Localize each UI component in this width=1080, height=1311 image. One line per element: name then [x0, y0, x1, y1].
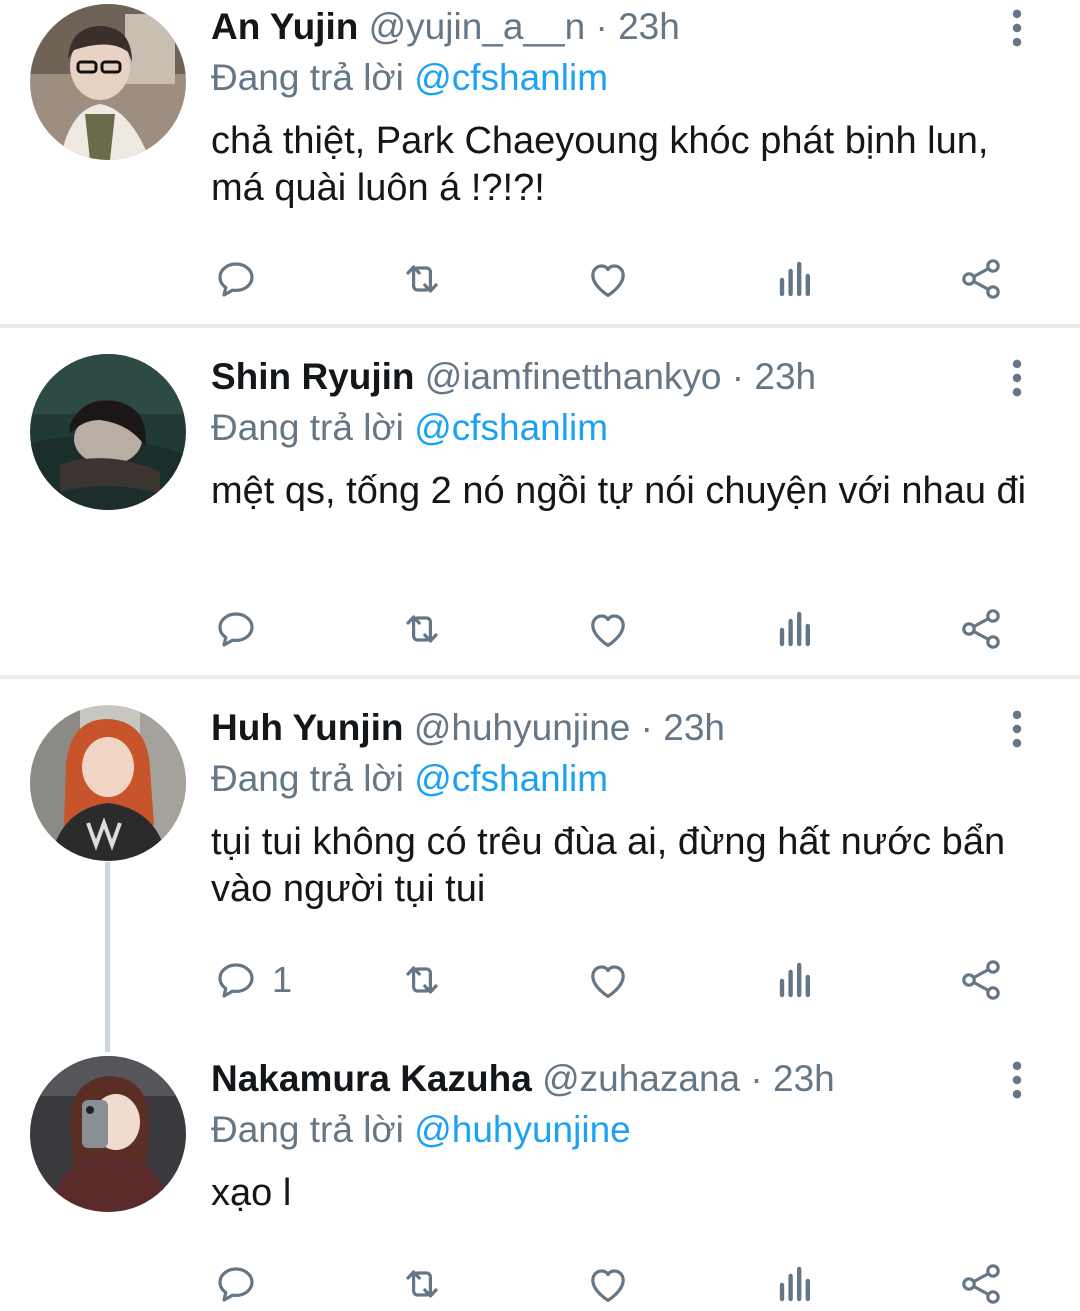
more-options-button[interactable] — [1000, 358, 1034, 398]
display-name[interactable]: Nakamura Kazuha — [211, 1058, 532, 1099]
analytics-button[interactable] — [771, 252, 819, 306]
retweet-icon — [398, 956, 446, 1004]
tweet[interactable]: An Yujin @yujin_a__n · 23h Đang trả lời … — [0, 0, 1080, 325]
tweet-text: tụi tui không có trêu đùa ai, đừng hất n… — [211, 821, 1016, 910]
replying-to-label: Đang trả lời — [211, 57, 404, 98]
more-options-icon — [1000, 8, 1034, 48]
like-button[interactable] — [584, 1257, 632, 1311]
share-button[interactable] — [957, 1257, 1005, 1311]
reply-mention-link[interactable]: @cfshanlim — [414, 57, 608, 98]
share-button[interactable] — [957, 252, 1005, 306]
display-name[interactable]: Shin Ryujin — [211, 356, 415, 397]
analytics-button[interactable] — [771, 953, 819, 1007]
tweet-header: Nakamura Kazuha @zuhazana · 23h — [211, 1056, 835, 1102]
avatar[interactable] — [30, 705, 186, 861]
retweet-icon — [398, 605, 446, 653]
tweet-text: xạo l — [211, 1172, 292, 1214]
tweet-actions — [0, 602, 1080, 656]
replying-to-label: Đang trả lời — [211, 1109, 404, 1150]
tweet[interactable]: Huh Yunjin @huhyunjine · 23h Đang trả lờ… — [0, 701, 1080, 1026]
like-button[interactable] — [584, 252, 632, 306]
more-options-icon — [1000, 358, 1034, 398]
reply-mention-link[interactable]: @huhyunjine — [414, 1109, 631, 1150]
separator-dot: · — [595, 6, 608, 47]
like-icon — [584, 605, 632, 653]
tweet-divider — [0, 324, 1080, 328]
tweet-header: Huh Yunjin @huhyunjine · 23h — [211, 705, 725, 751]
share-icon — [957, 605, 1005, 653]
timestamp[interactable]: 23h — [754, 356, 816, 397]
share-button[interactable] — [957, 953, 1005, 1007]
timestamp[interactable]: 23h — [663, 707, 725, 748]
replying-to-label: Đang trả lời — [211, 407, 404, 448]
tweet-text: chả thiệt, Park Chaeyoung khóc phát bịnh… — [211, 120, 999, 209]
share-icon — [957, 956, 1005, 1004]
analytics-icon — [771, 956, 819, 1004]
more-options-button[interactable] — [1000, 8, 1034, 48]
analytics-button[interactable] — [771, 602, 819, 656]
display-name[interactable]: An Yujin — [211, 6, 358, 47]
like-icon — [584, 1260, 632, 1308]
tweet-actions: 1 — [0, 953, 1080, 1007]
user-handle[interactable]: @zuhazana — [542, 1058, 740, 1099]
analytics-button[interactable] — [771, 1257, 819, 1311]
reply-icon — [212, 1260, 260, 1308]
reply-button[interactable]: 1 — [212, 953, 292, 1007]
tweet-actions — [0, 1257, 1080, 1311]
reply-icon — [212, 956, 260, 1004]
user-handle[interactable]: @huhyunjine — [414, 707, 631, 748]
replying-to: Đang trả lời @cfshanlim — [211, 756, 608, 802]
avatar[interactable] — [30, 1056, 186, 1212]
replying-to: Đang trả lời @cfshanlim — [211, 405, 608, 451]
separator-dot: · — [750, 1058, 763, 1099]
like-button[interactable] — [584, 953, 632, 1007]
like-icon — [584, 956, 632, 1004]
retweet-button[interactable] — [398, 1257, 446, 1311]
avatar[interactable] — [30, 354, 186, 510]
replying-to: Đang trả lời @cfshanlim — [211, 55, 608, 101]
tweet-header: Shin Ryujin @iamfinetthankyo · 23h — [211, 354, 816, 400]
timestamp[interactable]: 23h — [773, 1058, 835, 1099]
more-options-icon — [1000, 1060, 1034, 1100]
separator-dot: · — [640, 707, 653, 748]
replying-to: Đang trả lời @huhyunjine — [211, 1107, 631, 1153]
share-icon — [957, 1260, 1005, 1308]
reply-button[interactable] — [212, 1257, 272, 1311]
tweet-divider — [0, 675, 1080, 679]
tweet[interactable]: Shin Ryujin @iamfinetthankyo · 23h Đang … — [0, 350, 1080, 675]
tweet-text: mệt qs, tống 2 nó ngồi tự nói chuyện với… — [211, 470, 1027, 512]
more-options-icon — [1000, 709, 1034, 749]
tweet-actions — [0, 252, 1080, 306]
reply-icon — [212, 605, 260, 653]
reply-icon — [212, 255, 260, 303]
user-handle[interactable]: @yujin_a__n — [369, 6, 586, 47]
analytics-icon — [771, 1260, 819, 1308]
avatar[interactable] — [30, 4, 186, 160]
replying-to-label: Đang trả lời — [211, 758, 404, 799]
share-icon — [957, 255, 1005, 303]
separator-dot: · — [731, 356, 745, 397]
timestamp[interactable]: 23h — [618, 6, 680, 47]
tweet-header: An Yujin @yujin_a__n · 23h — [211, 4, 680, 50]
retweet-button[interactable] — [398, 602, 446, 656]
display-name[interactable]: Huh Yunjin — [211, 707, 404, 748]
reply-mention-link[interactable]: @cfshanlim — [414, 758, 608, 799]
analytics-icon — [771, 255, 819, 303]
retweet-button[interactable] — [398, 953, 446, 1007]
reply-button[interactable] — [212, 252, 272, 306]
reply-mention-link[interactable]: @cfshanlim — [414, 407, 608, 448]
analytics-icon — [771, 605, 819, 653]
retweet-icon — [398, 1260, 446, 1308]
reply-count: 1 — [272, 959, 293, 1000]
like-icon — [584, 255, 632, 303]
like-button[interactable] — [584, 602, 632, 656]
user-handle[interactable]: @iamfinetthankyo — [425, 356, 722, 397]
share-button[interactable] — [957, 602, 1005, 656]
more-options-button[interactable] — [1000, 709, 1034, 749]
retweet-button[interactable] — [398, 252, 446, 306]
reply-button[interactable] — [212, 602, 272, 656]
more-options-button[interactable] — [1000, 1060, 1034, 1100]
retweet-icon — [398, 255, 446, 303]
tweet[interactable]: Nakamura Kazuha @zuhazana · 23h Đang trả… — [0, 1052, 1080, 1309]
